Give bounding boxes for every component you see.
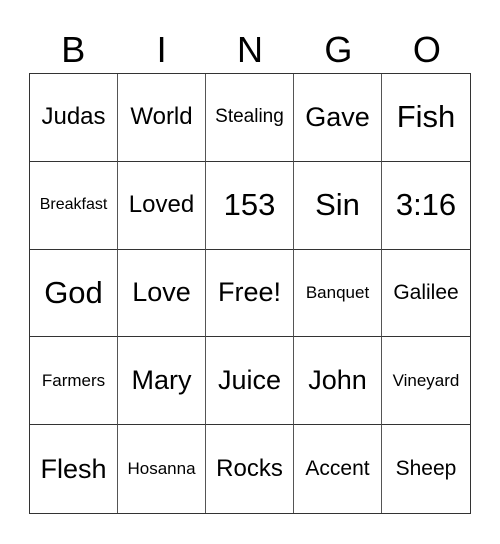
bingo-grid: Judas World Stealing Gave Fish Breakfast… (29, 73, 471, 514)
bingo-cell[interactable]: Fish (382, 74, 470, 162)
bingo-cell[interactable]: Juice (206, 337, 294, 426)
bingo-header: B I N G O (29, 28, 471, 72)
bingo-cell[interactable]: Flesh (30, 425, 118, 513)
bingo-cell[interactable]: Free! (206, 249, 294, 338)
bingo-cell[interactable]: Judas (30, 74, 118, 162)
bingo-cell[interactable]: Galilee (382, 250, 470, 338)
bingo-cell[interactable]: 3:16 (382, 162, 470, 250)
bingo-cell[interactable]: Rocks (206, 425, 294, 513)
header-letter-i: I (156, 29, 167, 70)
header-letter-g: G (324, 29, 353, 70)
bingo-cell[interactable]: Loved (118, 161, 206, 250)
bingo-cell[interactable]: Accent (294, 425, 382, 513)
bingo-cell[interactable]: Mary (118, 337, 206, 426)
bingo-cell[interactable]: God (30, 249, 118, 338)
bingo-cell[interactable]: Stealing (206, 74, 294, 162)
bingo-cell[interactable]: Love (118, 249, 206, 338)
bingo-cell[interactable]: Hosanna (118, 425, 206, 513)
bingo-cell[interactable]: World (118, 74, 206, 162)
bingo-cell[interactable]: Gave (294, 74, 382, 162)
bingo-cell[interactable]: Vineyard (382, 337, 470, 426)
bingo-cell[interactable]: 153 (206, 161, 294, 250)
header-letter-n: N (237, 29, 264, 70)
bingo-cell[interactable]: Farmers (30, 337, 118, 426)
bingo-cell[interactable]: Breakfast (30, 161, 118, 250)
header-letter-o: O (412, 29, 441, 70)
bingo-cell[interactable]: Sin (294, 161, 382, 250)
bingo-cell[interactable]: John (294, 337, 382, 426)
bingo-cell[interactable]: Sheep (382, 425, 470, 513)
bingo-cell[interactable]: Banquet (294, 249, 382, 338)
header-letter-b: B (61, 29, 86, 70)
